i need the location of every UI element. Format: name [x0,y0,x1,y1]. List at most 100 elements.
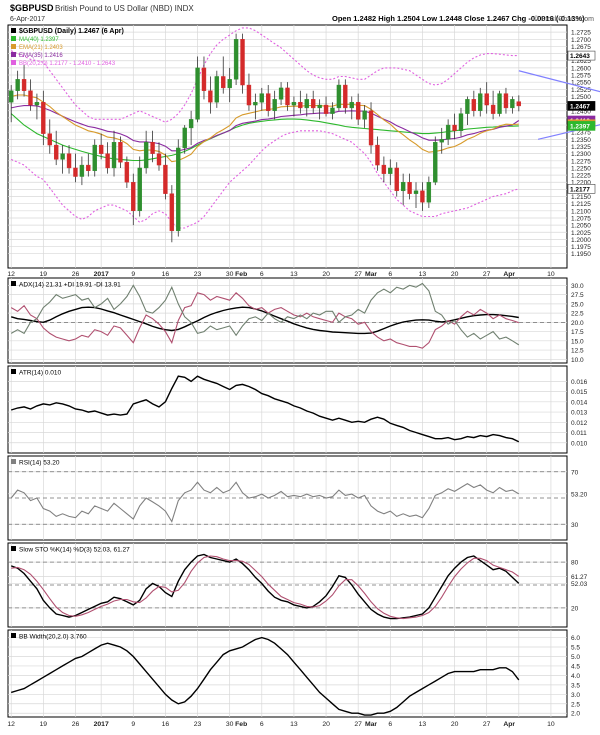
candle-body [452,124,457,131]
legend-entry: EMA(21) 1.2403 [19,45,63,51]
header-copyright: © StockCharts.com [534,15,595,23]
header-date: 6-Apr-2017 [10,16,45,23]
candle-body [246,84,252,106]
x-tick-label: 16 [162,271,170,278]
y-tick-label: 52.03 [571,581,588,588]
y-tick-label: 27.5 [571,292,584,299]
legend-swatch [11,52,16,57]
candle-body [439,139,444,143]
y-tick-label: 0.012 [571,420,588,427]
candle-body [497,93,502,114]
indicator-title: ATR(14) 0.010 [19,370,62,377]
x-tick-label: 2017 [94,721,109,728]
candle-body [176,147,181,232]
candle-body [201,67,207,91]
candle-body [368,110,374,146]
candle-body [343,84,348,109]
x-tick-label: 23 [194,271,202,278]
candle-body [259,93,264,103]
candle-body [484,93,489,106]
candle-body [111,142,117,169]
panel-5: 6.0 5.5 5.0 4.5 4.0 3.5 3.0 2.5 2.0 BB Width(20,2… [7,629,580,718]
legend-swatch [11,44,16,49]
candle-body [311,99,316,109]
indicator-swatch [11,459,16,464]
y-tick-label: 6.0 [571,635,580,642]
candle-body [195,67,200,120]
y-tick-label: 1.2550 [571,80,591,87]
y-tick-label: 10.0 [571,357,584,364]
candle-body [458,113,464,131]
x-tick-label: 26 [72,271,80,278]
candle-body [285,87,290,106]
x-tick-label: 6 [260,721,264,728]
x-tick-label: Feb [235,721,247,728]
candle-body [169,193,175,232]
candle-body [92,144,97,171]
candle-body [465,99,470,114]
y-tick-label: 80 [571,560,579,567]
x-tick-label: 10 [547,721,555,728]
candle-body [60,153,65,160]
y-tick-label: 61.27 [571,574,588,581]
y-tick-label: 1.2250 [571,165,591,172]
x-tick-label: 2017 [94,271,109,278]
candle-body [15,79,20,91]
x-tick-label: 6 [260,271,264,278]
y-tick-label: 20 [571,605,579,612]
x-tick-label: Mar [365,271,377,278]
legend-entry: MA(40) 1.2397 [19,37,59,43]
candle-body [9,90,14,103]
y-tick-label: 15.0 [571,338,584,345]
y-tick-label: 1.2600 [571,65,591,72]
x-tick-label: Feb [235,271,247,278]
candle-body [41,101,46,134]
indicator-title: RSI(14) 53.20 [19,460,60,467]
candle-body [375,144,380,166]
candle-body [510,99,515,109]
y-tick-label: 30.0 [571,283,584,290]
y-tick-label: 53.20 [571,491,588,498]
x-tick-label: 20 [451,271,459,278]
y-tick-label: 0.016 [571,379,588,386]
y-tick-label: 5.5 [571,645,580,652]
candle-body [298,101,303,109]
candle-body [516,101,522,107]
x-tick-label: Apr [503,721,515,728]
x-tick-label: 13 [290,721,298,728]
candle-body [278,87,284,100]
legend-entry: EMA(35) 1.2416 [19,53,63,59]
candle-body [182,127,187,149]
panel-4: 80 61.2752.03 20 Slow STO %K(14) %D(3) 52.0… [7,542,588,628]
x-tick-label: 16 [162,721,170,728]
candle-body [433,142,438,183]
candle-body [478,93,483,111]
candle-body [105,153,110,169]
x-tick-label: 27 [354,721,362,728]
x-tick-label: 9 [131,271,135,278]
y-tick-label: 0.015 [571,389,588,396]
y-tick-label: 4.0 [571,673,580,680]
x-tick-label: 27 [483,271,491,278]
y-tick-label: 1.1950 [571,251,591,258]
candle-body [53,144,59,160]
y-tick-label: 1.2350 [571,137,591,144]
x-tick-label: Apr [503,271,515,278]
legend-swatch [11,60,16,65]
indicator-swatch [11,281,16,286]
y-tick-label: 1.2700 [571,37,591,44]
candle-body [124,162,130,183]
candle-body [426,182,432,203]
y-tick-label: 1.2300 [571,151,591,158]
candle-body [214,76,220,103]
legend-swatch [11,28,16,33]
candle-body [362,110,367,120]
candle-body [21,79,27,91]
y-tick-label: 1.2125 [571,201,591,208]
candle-body [34,101,40,106]
candle-body [407,182,412,194]
x-tick-label: 19 [40,721,48,728]
candle-body [394,167,399,192]
candle-body [98,144,104,154]
indicator-title: BB Width(20,2.0) 3.760 [19,634,87,641]
